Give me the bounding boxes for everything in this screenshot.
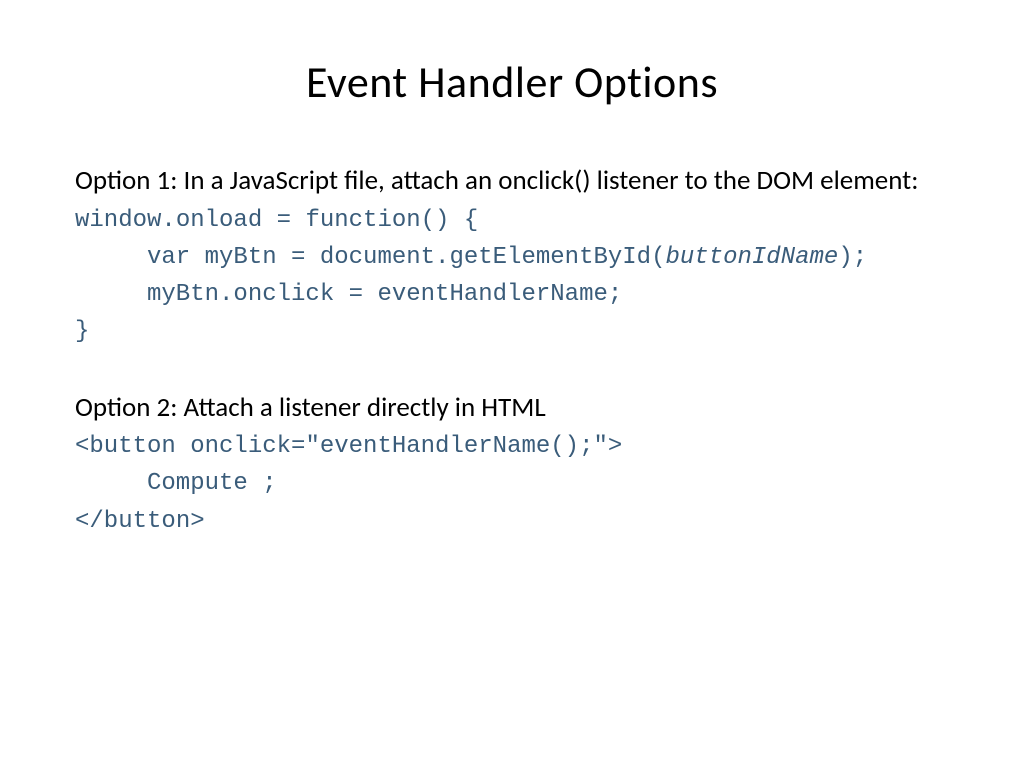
option2-heading: Option 2: Attach a listener directly in …: [75, 391, 949, 425]
code-line: <button onclick="eventHandlerName();">: [75, 433, 622, 460]
code-line: }: [75, 318, 89, 345]
code-line: myBtn.onclick = eventHandlerName;: [147, 281, 622, 308]
code-line: </button>: [75, 508, 205, 535]
option2-code-block: <button onclick="eventHandlerName();"> C…: [75, 428, 949, 540]
slide-title: Event Handler Options: [75, 55, 949, 109]
option1-code-block: window.onload = function() { var myBtn =…: [75, 202, 949, 351]
code-line: Compute ;: [147, 470, 277, 497]
slide-container: Event Handler Options Option 1: In a Jav…: [0, 0, 1024, 608]
code-line: var myBtn = document.getElementById(butt…: [147, 244, 867, 271]
code-line: window.onload = function() {: [75, 207, 478, 234]
option1-heading: Option 1: In a JavaScript file, attach a…: [75, 164, 949, 198]
